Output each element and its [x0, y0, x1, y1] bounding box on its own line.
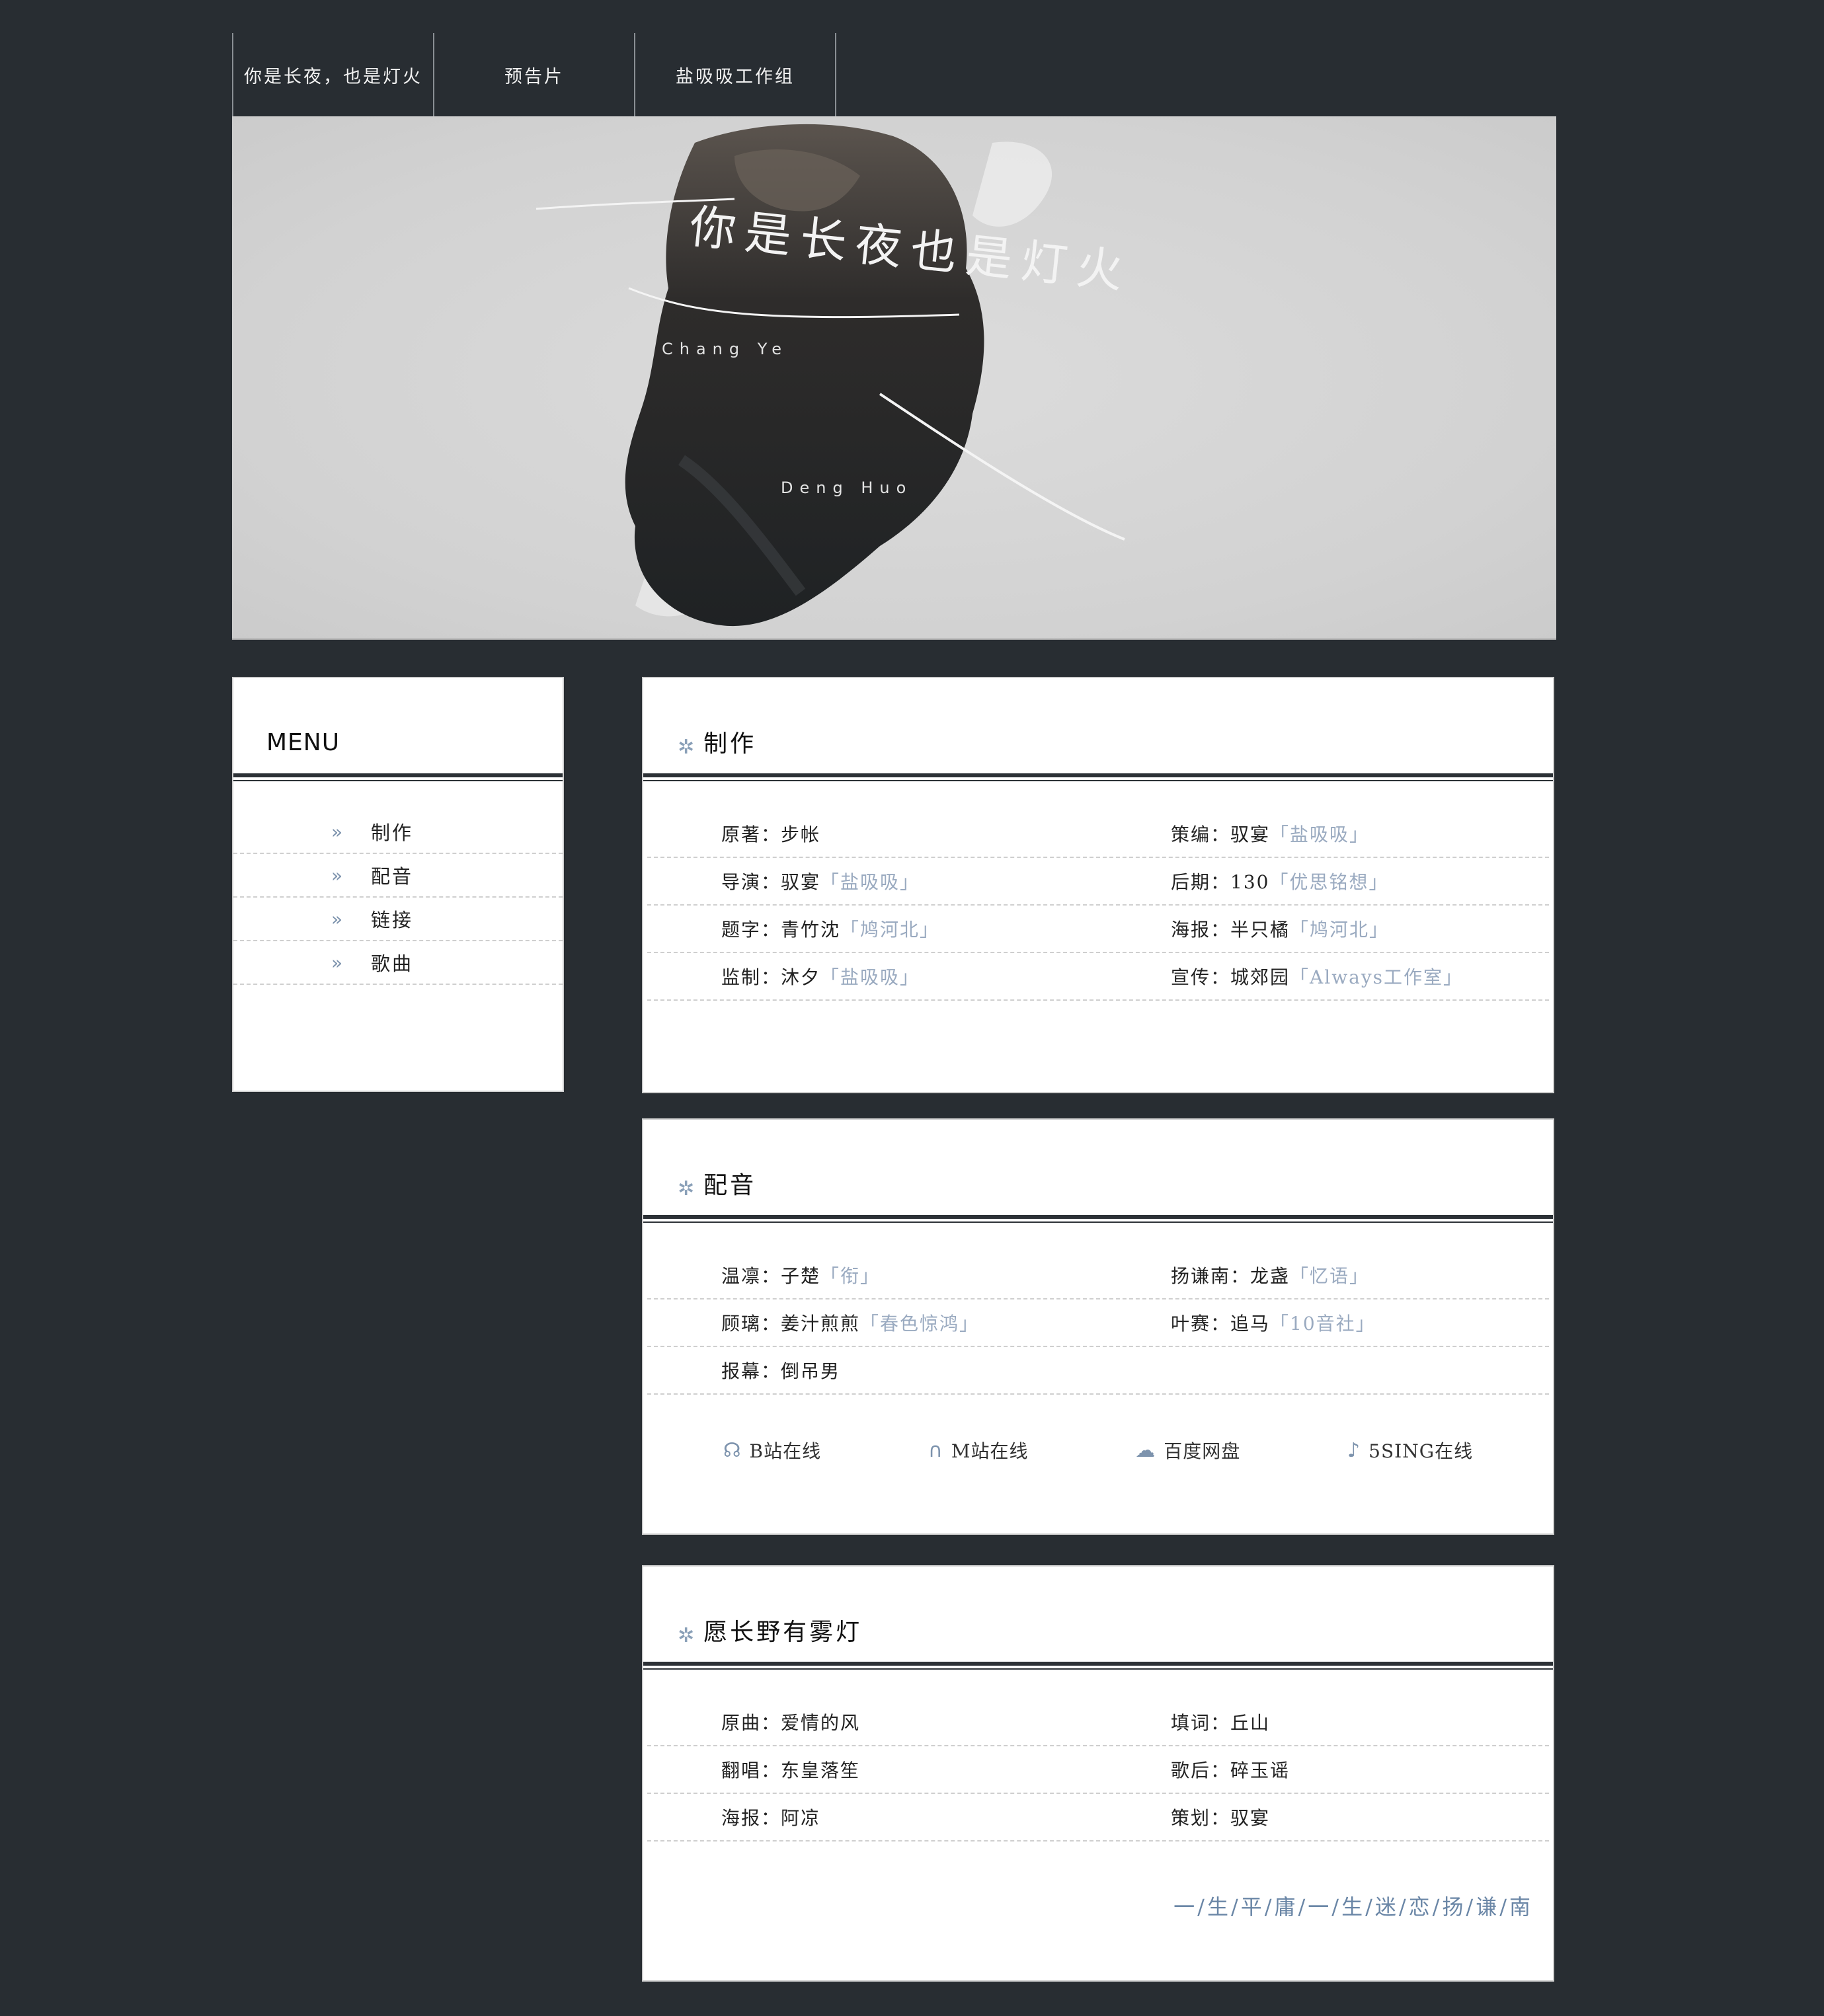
- menu-panel: MENU » 制作 » 配音 » 链接 » 歌曲: [232, 677, 564, 1092]
- credit-cell: 翻唱：东皇落笙: [721, 1760, 861, 1781]
- listen-links: ☊ B站在线 ∩ M站在线 ☁ 百度网盘 ♪ 5SING在线: [643, 1412, 1553, 1489]
- svg-text:Deng Huo: Deng Huo: [781, 479, 912, 497]
- link-missevan[interactable]: ∩ M站在线: [928, 1437, 1029, 1463]
- credit-cell: 后期：130「优思铭想」: [1171, 871, 1389, 893]
- credit-cell: 叶赛：追马「10音社」: [1171, 1313, 1376, 1335]
- credit-row: 顾璃：姜汁煎煎「春色惊鸿」 叶赛：追马「10音社」: [647, 1299, 1549, 1347]
- production-card: ✲ 制作 原著：步帐 策编：驭宴「盐吸吸」 导演：驭宴「盐吸吸」 后期：130「…: [642, 677, 1554, 1093]
- top-nav: 你是长夜，也是灯火 预告片 盐吸吸工作组: [232, 33, 836, 116]
- svg-text:Chang Ye: Chang Ye: [662, 340, 788, 358]
- chevron-right-icon: »: [331, 908, 343, 930]
- chevron-right-icon: »: [331, 864, 343, 886]
- credit-cell: 题字：青竹沈「鸠河北」: [721, 919, 940, 941]
- tab-main[interactable]: 你是长夜，也是灯火: [232, 33, 433, 116]
- star-icon: ✲: [678, 1177, 695, 1200]
- tab-trailer[interactable]: 预告片: [433, 33, 634, 116]
- menu-list: » 制作 » 配音 » 链接 » 歌曲: [233, 780, 563, 985]
- tab-studio[interactable]: 盐吸吸工作组: [634, 33, 836, 116]
- credit-row: 导演：驭宴「盐吸吸」 后期：130「优思铭想」: [647, 858, 1549, 906]
- credit-cell: 策编：驭宴「盐吸吸」: [1171, 824, 1370, 845]
- link-5sing[interactable]: ♪ 5SING在线: [1347, 1437, 1473, 1463]
- star-icon: ✲: [678, 736, 695, 759]
- credit-row: 温凛：子楚「衔」 扬谦南：龙盏「忆语」: [647, 1252, 1549, 1299]
- credit-cell: 温凛：子楚「衔」: [721, 1265, 881, 1287]
- credit-cell: 海报：阿凉: [721, 1807, 821, 1829]
- motto-text: 一/生/平/庸/一/生/迷/恋/扬/谦/南: [1173, 1894, 1533, 1919]
- music-note-icon: ♪: [1347, 1438, 1361, 1462]
- credit-cell: 扬谦南：龙盏「忆语」: [1171, 1265, 1370, 1287]
- menu-item-cast[interactable]: » 配音: [233, 854, 563, 898]
- link-baidu-pan[interactable]: ☁ 百度网盘: [1135, 1437, 1240, 1463]
- credit-cell: 宣传：城郊园「Always工作室」: [1171, 966, 1464, 988]
- headphones-icon: ∩: [928, 1438, 943, 1462]
- credit-row: 翻唱：东皇落笙 歌后：碎玉谣: [647, 1746, 1549, 1794]
- credit-cell: 顾璃：姜汁煎煎「春色惊鸿」: [721, 1313, 980, 1335]
- link-bilibili[interactable]: ☊ B站在线: [723, 1437, 821, 1463]
- credit-row: 海报：阿凉 策划：驭宴: [647, 1794, 1549, 1842]
- menu-title: MENU: [266, 729, 340, 756]
- credit-row: 原曲：爱情的风 填词：丘山: [647, 1699, 1549, 1746]
- credit-row: 报幕：倒吊男: [647, 1347, 1549, 1395]
- card-title: 制作: [703, 730, 757, 757]
- credit-row: 原著：步帐 策编：驭宴「盐吸吸」: [647, 810, 1549, 858]
- cloud-upload-icon: ☁: [1135, 1438, 1156, 1462]
- menu-item-production[interactable]: » 制作: [233, 810, 563, 854]
- credit-row: 监制：沐夕「盐吸吸」 宣传：城郊园「Always工作室」: [647, 953, 1549, 1001]
- card-title: 配音: [703, 1172, 757, 1199]
- credit-cell: 监制：沐夕「盐吸吸」: [721, 966, 920, 988]
- credit-cell: 原著：步帐: [721, 824, 821, 845]
- credit-cell: 原曲：爱情的风: [721, 1712, 861, 1734]
- bilibili-icon: ☊: [723, 1438, 742, 1462]
- ink-art: 你是长夜也是灯火 Chang Ye Deng Huo: [535, 124, 1134, 627]
- credit-cell: 报幕：倒吊男: [721, 1360, 841, 1382]
- banner-image: 你是长夜也是灯火 Chang Ye Deng Huo: [232, 116, 1556, 640]
- menu-header: MENU: [233, 678, 563, 777]
- credit-cell: 歌后：碎玉谣: [1171, 1760, 1290, 1781]
- chevron-right-icon: »: [331, 820, 343, 843]
- chevron-right-icon: »: [331, 951, 343, 974]
- card-header: ✲ 愿长野有雾灯: [643, 1567, 1553, 1666]
- card-title: 愿长野有雾灯: [703, 1619, 863, 1646]
- card-header: ✲ 制作: [643, 678, 1553, 777]
- cast-card: ✲ 配音 温凛：子楚「衔」 扬谦南：龙盏「忆语」 顾璃：姜汁煎煎「春色惊鸿」 叶…: [642, 1118, 1554, 1535]
- menu-item-links[interactable]: » 链接: [233, 898, 563, 941]
- star-icon: ✲: [678, 1624, 695, 1647]
- credit-cell: 海报：半只橘「鸠河北」: [1171, 919, 1390, 941]
- card-header: ✲ 配音: [643, 1120, 1553, 1219]
- credit-cell: 填词：丘山: [1171, 1712, 1271, 1734]
- credit-row: 题字：青竹沈「鸠河北」 海报：半只橘「鸠河北」: [647, 906, 1549, 953]
- credit-cell: 策划：驭宴: [1171, 1807, 1271, 1829]
- credit-cell: 导演：驭宴「盐吸吸」: [721, 871, 920, 893]
- song-card: ✲ 愿长野有雾灯 原曲：爱情的风 填词：丘山 翻唱：东皇落笙 歌后：碎玉谣 海报…: [642, 1565, 1554, 1982]
- menu-item-song[interactable]: » 歌曲: [233, 941, 563, 985]
